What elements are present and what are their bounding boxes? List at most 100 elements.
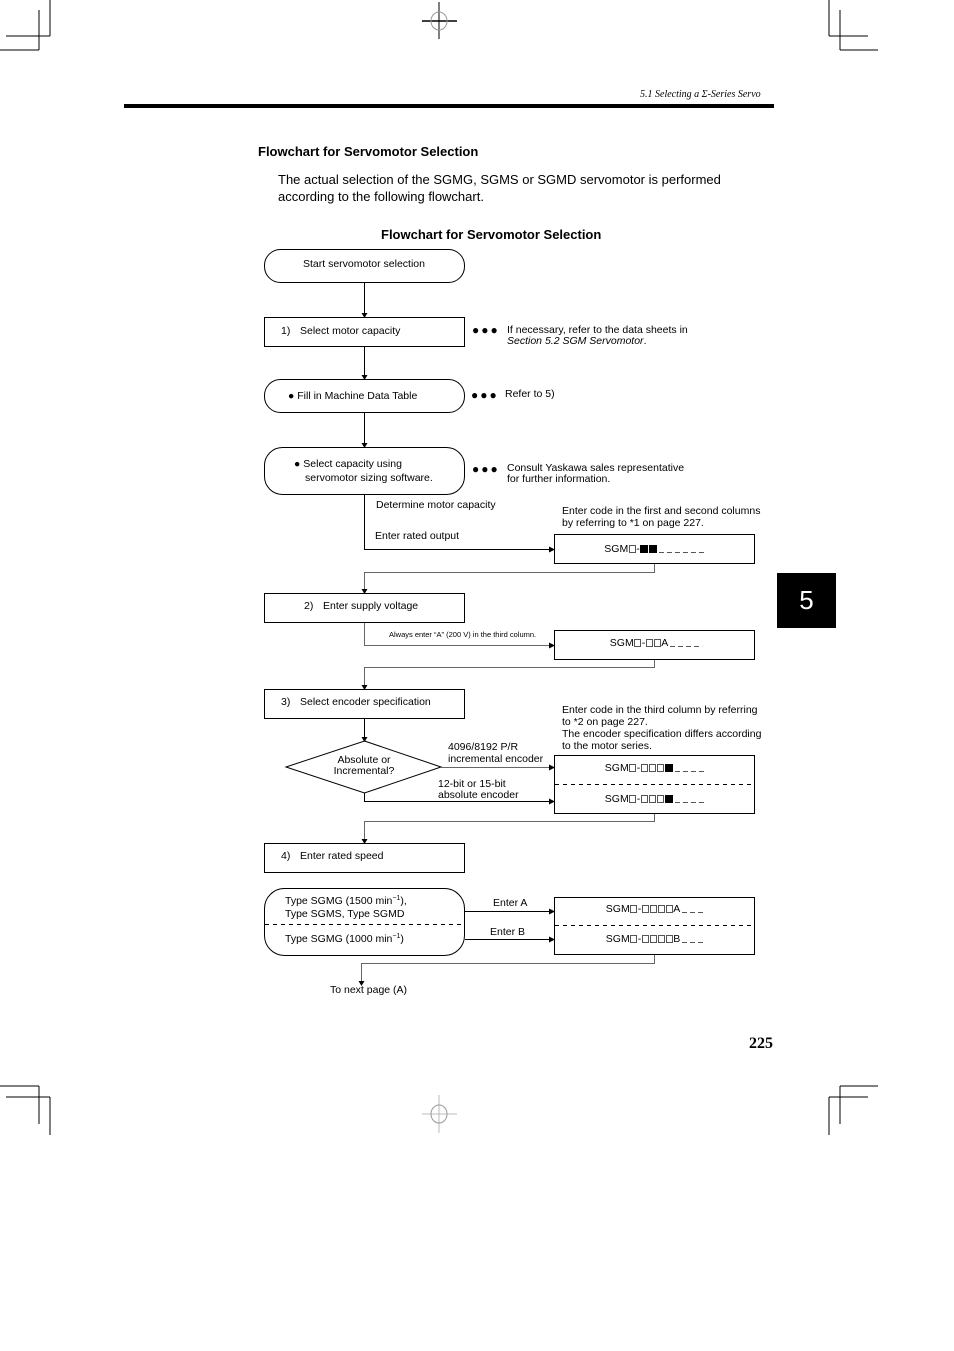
- model-code-3-absolute: SGM -: [555, 793, 755, 805]
- empty-square-icon: [645, 639, 653, 647]
- step2-label: Enter supply voltage: [323, 600, 419, 612]
- sizing-note-line2: for further information.: [507, 473, 611, 485]
- code-prefix: SGM: [604, 543, 629, 555]
- step2-number: 2): [304, 600, 314, 612]
- connector: [361, 955, 655, 981]
- empty-square-icon: [649, 935, 657, 943]
- code-letter: A: [661, 637, 669, 649]
- chapter-tab: 5: [777, 573, 836, 628]
- step3-label: Select encoder specification: [300, 696, 431, 708]
- filled-square-icon: [640, 545, 649, 553]
- section-title: Flowchart for Servomotor Selection: [258, 144, 479, 159]
- filled-square-icon: [664, 795, 673, 803]
- speed-option-a-line2: Type SGMS, Type SGMD: [285, 908, 405, 920]
- code-letter: A: [673, 903, 681, 915]
- encoder-note-line4: to the motor series.: [562, 740, 652, 752]
- connector: [364, 814, 655, 839]
- model-code-4b: SGM - B: [555, 933, 755, 945]
- sizing-text: Select capacity using: [303, 458, 402, 470]
- empty-square-icon: [665, 905, 673, 913]
- step1-number: 1): [281, 325, 291, 337]
- speed-text: ),: [400, 895, 407, 907]
- bullet-dots: ●●●: [472, 323, 500, 337]
- model-code-2: SGM - A: [555, 637, 755, 649]
- empty-square-icon: [653, 639, 661, 647]
- encoder-note-line1: Enter code in the third column by referr…: [562, 704, 758, 716]
- bullet-dots: ●●●: [471, 388, 499, 402]
- empty-square-icon: [629, 764, 637, 772]
- flowchart-title: Flowchart for Servomotor Selection: [381, 227, 602, 242]
- model-code-1: SGM -: [555, 543, 755, 555]
- empty-square-icon: [656, 764, 664, 772]
- absolute-label-line2: absolute encoder: [438, 789, 519, 801]
- note-suffix: .: [643, 335, 647, 347]
- page-number: 225: [749, 1035, 773, 1052]
- decision-line2: Incremental?: [333, 765, 395, 777]
- code-prefix: SGM: [604, 793, 629, 805]
- speed-text: Type SGMG (1000 min: [285, 933, 393, 945]
- empty-square-icon: [629, 795, 637, 803]
- code1-note-line2: by referring to *1 on page 227.: [562, 517, 704, 529]
- fill-table-label: ● Fill in Machine Data Table: [288, 390, 418, 403]
- empty-square-icon: [657, 905, 665, 913]
- incremental-label-line2: incremental encoder: [448, 753, 544, 765]
- empty-square-icon: [640, 764, 648, 772]
- empty-square-icon: [665, 935, 673, 943]
- model-code-3-incremental: SGM -: [555, 762, 755, 774]
- fill-table-note: Refer to 5): [505, 388, 555, 400]
- bullet-dots: ●●●: [472, 462, 500, 476]
- code-letter: B: [673, 933, 681, 945]
- bullet-icon: ●: [294, 458, 301, 470]
- enter-a-label: Enter A: [493, 897, 528, 909]
- incremental-label-line1: 4096/8192 P/R: [448, 741, 519, 753]
- determine-capacity-label: Determine motor capacity: [376, 499, 496, 511]
- next-page-label: To next page (A): [330, 984, 408, 996]
- speed-text: ): [400, 933, 404, 945]
- enter-rated-output-label: Enter rated output: [375, 530, 460, 542]
- connector: [364, 564, 655, 589]
- speed-text: Type SGMG (1500 min: [285, 895, 393, 907]
- running-header: 5.1 Selecting a Σ-Series Servo: [640, 89, 761, 100]
- filled-square-icon: [649, 545, 658, 553]
- empty-square-icon: [640, 795, 648, 803]
- start-label: Start servomotor selection: [303, 258, 425, 270]
- sizing-line2: servomotor sizing software.: [305, 472, 433, 484]
- empty-square-icon: [656, 795, 664, 803]
- step4-number: 4): [281, 850, 291, 862]
- connector: [364, 660, 655, 685]
- voltage-note: Always enter “A” (200 V) in the third co…: [389, 630, 537, 639]
- step3-number: 3): [281, 696, 291, 708]
- section-reference: Section 5.2 SGM Servomotor: [507, 335, 644, 347]
- empty-square-icon: [628, 545, 636, 553]
- step1-label: Select motor capacity: [300, 325, 401, 337]
- encoder-note-line3: The encoder specification differs accord…: [562, 728, 762, 740]
- bullet-icon: ●: [288, 390, 295, 402]
- empty-square-icon: [630, 905, 638, 913]
- intro-paragraph: The actual selection of the SGMG, SGMS o…: [278, 172, 721, 204]
- code-prefix: SGM: [605, 933, 630, 945]
- empty-square-icon: [630, 935, 638, 943]
- code1-note-line1: Enter code in the first and second colum…: [562, 505, 761, 517]
- speed-option-b: Type SGMG (1000 min−1): [285, 933, 404, 946]
- encoder-note-line2: to *2 on page 227.: [562, 716, 648, 728]
- enter-b-label: Enter B: [490, 926, 526, 938]
- empty-square-icon: [649, 905, 657, 913]
- filled-square-icon: [664, 764, 673, 772]
- step4-label: Enter rated speed: [300, 850, 384, 862]
- empty-square-icon: [641, 935, 649, 943]
- fill-table-text: Fill in Machine Data Table: [297, 390, 418, 402]
- sizing-terminator: [264, 447, 465, 495]
- sizing-line1: ● Select capacity using: [294, 458, 402, 471]
- model-code-4a: SGM - A: [555, 903, 755, 915]
- empty-square-icon: [648, 795, 656, 803]
- code-prefix: SGM: [609, 637, 634, 649]
- empty-square-icon: [634, 639, 642, 647]
- speed-option-a-line1: Type SGMG (1500 min−1),: [285, 895, 407, 908]
- header-rule: [124, 104, 774, 108]
- empty-square-icon: [641, 905, 649, 913]
- empty-square-icon: [657, 935, 665, 943]
- code-prefix: SGM: [605, 903, 630, 915]
- step1-note-line2: Section 5.2 SGM Servomotor.: [507, 335, 647, 348]
- code-prefix: SGM: [604, 762, 629, 774]
- empty-square-icon: [648, 764, 656, 772]
